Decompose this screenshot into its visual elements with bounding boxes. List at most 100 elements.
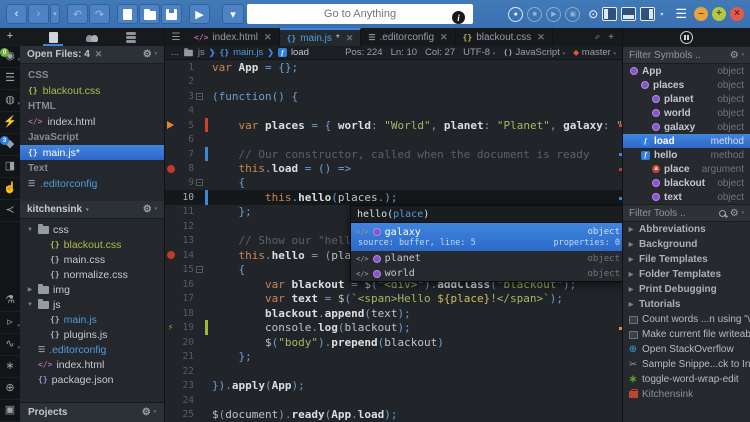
symbol-row-places[interactable]: places object	[623, 78, 750, 92]
tool-folder-tutorials[interactable]: ▶ Tutorials	[623, 297, 750, 312]
tool-item[interactable]: Make current file writeable	[623, 327, 750, 342]
line-number[interactable]: 4	[176, 105, 194, 116]
format-icon[interactable]: ☰	[0, 68, 20, 90]
symbol-row-blackout[interactable]: blackout object	[623, 176, 750, 190]
line-number[interactable]: 18	[176, 308, 194, 319]
line-number[interactable]: 5	[176, 120, 194, 131]
code-line-4[interactable]: 4	[165, 103, 622, 117]
breakpoint-icon[interactable]	[166, 164, 175, 173]
fold-column[interactable]: −	[194, 92, 205, 100]
tree-file-row[interactable]: {} normalize.css	[20, 267, 164, 282]
symbols-gear-icon[interactable]: ⚙ ▾	[730, 50, 744, 61]
open-file-item[interactable]: {} main.js*	[20, 145, 164, 160]
line-number[interactable]: 6	[176, 134, 194, 145]
tab-list-icon[interactable]: ☰	[165, 28, 187, 46]
window-maximize-button[interactable]: +	[712, 7, 726, 21]
tree-folder-row[interactable]: ▼ css	[20, 222, 164, 237]
line-number[interactable]: 16	[176, 279, 194, 290]
fold-column[interactable]: −	[194, 179, 205, 187]
sidebar-tab-files[interactable]	[41, 28, 65, 46]
bookmark-icon[interactable]	[167, 121, 174, 130]
completion-item-world[interactable]: </> world object	[351, 266, 622, 281]
macro-save-icon[interactable]: ▣	[565, 6, 581, 22]
regex-toolkit-icon[interactable]: ∗	[0, 356, 20, 378]
projects-gear-icon[interactable]: ⚙ ▾	[142, 407, 156, 418]
tool-item[interactable]: ✂ Sample Snippe...ck to Insert	[623, 357, 750, 372]
line-number[interactable]: 15	[176, 264, 194, 275]
code-line-18[interactable]: 18 blackout.append(text);	[165, 306, 622, 320]
code-line-1[interactable]: 1 var App = {};	[165, 60, 622, 74]
tree-file-row[interactable]: </> index.html	[20, 357, 164, 372]
tool-folder-background[interactable]: ▶ Background	[623, 237, 750, 252]
code-line-22[interactable]: 22	[165, 364, 622, 378]
window-minimize-button[interactable]: –	[694, 7, 708, 21]
breadcrumb-folder[interactable]: js	[198, 47, 205, 58]
breadcrumb-collapsed[interactable]: ...	[171, 47, 179, 58]
symbol-row-App[interactable]: App object	[623, 64, 750, 78]
line-number[interactable]: 17	[176, 293, 194, 304]
code-line-21[interactable]: 21 };	[165, 349, 622, 363]
code-line-7[interactable]: 7 // Our constructor, called when the do…	[165, 146, 622, 162]
unit-testing-icon[interactable]: ⚗	[0, 290, 20, 312]
line-number[interactable]: 1	[176, 62, 194, 73]
open-file-button[interactable]	[139, 4, 160, 24]
save-button[interactable]	[161, 4, 182, 24]
line-number[interactable]: 7	[176, 149, 194, 160]
new-tab-icon[interactable]: +	[608, 32, 614, 43]
macro-record-icon[interactable]: ●	[508, 6, 524, 22]
fold-toggle-icon[interactable]: −	[196, 179, 203, 187]
tree-file-row[interactable]: {} plugins.js	[20, 327, 164, 342]
tab-close-icon[interactable]: ✕	[346, 33, 354, 44]
toggle-left-pane-button[interactable]	[602, 7, 618, 21]
breadcrumb-file[interactable]: main.js	[233, 47, 263, 58]
history-caret[interactable]: ▾	[50, 4, 60, 24]
macro-play-icon[interactable]: ▶	[546, 6, 562, 22]
breakpoint-icon[interactable]	[166, 251, 175, 260]
macro-stop-icon[interactable]: ■	[527, 6, 543, 22]
search-icon[interactable]	[718, 209, 726, 217]
tree-file-row[interactable]: {} blackout.css	[20, 237, 164, 252]
share-icon[interactable]: ≺	[0, 200, 20, 222]
projects-footer[interactable]: Projects ⚙ ▾	[20, 402, 164, 422]
line-number[interactable]: 25	[176, 409, 194, 420]
run-button[interactable]: ▶	[189, 4, 210, 24]
symbol-row-place[interactable]: a place argument	[623, 162, 750, 176]
tree-file-row[interactable]: {} main.css	[20, 252, 164, 267]
panel-layout-icon[interactable]: ◨	[0, 156, 20, 178]
line-number[interactable]: 20	[176, 337, 194, 348]
tab-close-icon[interactable]: ✕	[440, 32, 448, 43]
code-line-5[interactable]: 5 var places = { world: "World", planet:…	[165, 117, 622, 133]
project-header[interactable]: kitchensink ▾ ⚙ ▾	[20, 201, 164, 219]
symbol-row-hello[interactable]: f hello method	[623, 148, 750, 162]
tools-gear-icon[interactable]: ⚙ ▾	[730, 208, 744, 219]
publish-icon[interactable]: ▣	[0, 400, 20, 422]
code-line-25[interactable]: 25 $(document).ready(App.load);	[165, 407, 622, 421]
tool-item[interactable]: ∗ toggle-word-wrap-edit	[623, 372, 750, 387]
marker-icon[interactable]: ⚡	[168, 323, 173, 333]
tree-file-row[interactable]: ☰ .editorconfig	[20, 342, 164, 357]
back-button[interactable]: ‹	[6, 4, 27, 24]
editor-tab-.editorconfig[interactable]: ☰ .editorconfig ✕	[361, 28, 456, 46]
sidebar-tab-databases[interactable]	[119, 28, 143, 46]
code-line-20[interactable]: 20 $("body").prepend(blackout)	[165, 335, 622, 349]
collaborate-icon[interactable]: ◆ 3	[0, 134, 20, 156]
line-number[interactable]: 21	[176, 351, 194, 362]
main-menu-icon[interactable]: ☰	[675, 6, 688, 22]
toggle-bottom-pane-button[interactable]	[621, 7, 637, 21]
open-file-item[interactable]: {} blackout.css	[20, 83, 164, 98]
code-line-3[interactable]: 3− (function() {	[165, 89, 622, 103]
web-services-icon[interactable]: ⊕	[0, 378, 20, 400]
project-gear-icon[interactable]: ⚙ ▾	[143, 204, 157, 215]
symbol-row-planet[interactable]: planet object	[623, 92, 750, 106]
code-line-10[interactable]: 10 this.hello(places.);	[165, 190, 622, 205]
status-encoding[interactable]: UTF-8 ▾	[463, 47, 495, 58]
tool-folder-print-debugging[interactable]: ▶ Print Debugging	[623, 282, 750, 297]
code-line-9[interactable]: 9− {	[165, 176, 622, 190]
breadcrumb-symbol[interactable]: load	[291, 47, 309, 58]
tree-file-row[interactable]: {} package.json	[20, 372, 164, 387]
open-file-item[interactable]: ☰ .editorconfig	[20, 176, 164, 191]
forward-button[interactable]: ›	[28, 4, 49, 24]
line-number[interactable]: 23	[176, 380, 194, 391]
code-line-19[interactable]: ⚡ 19 console.log(blackout);	[165, 320, 622, 335]
profiler-icon[interactable]: ∿ ▾	[0, 334, 20, 356]
